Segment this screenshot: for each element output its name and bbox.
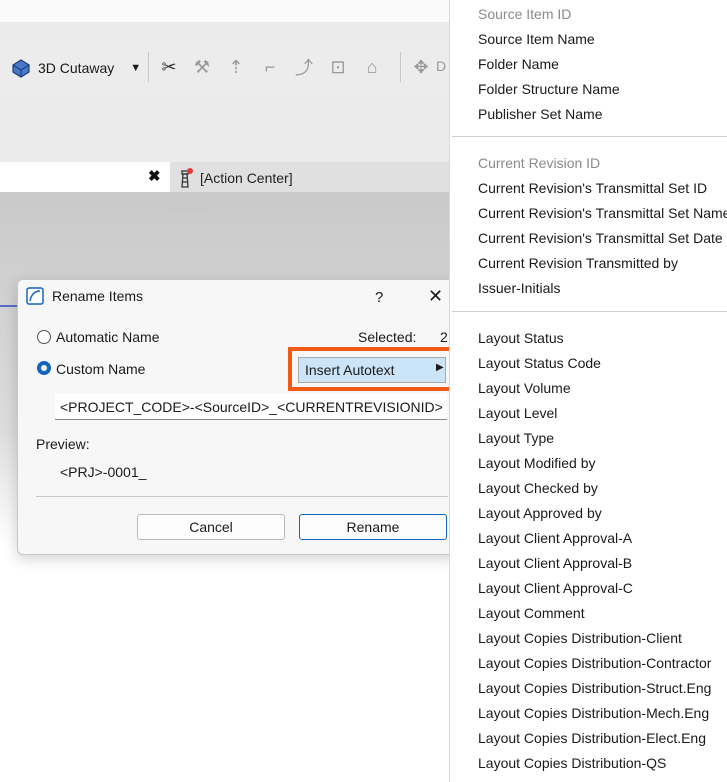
toolbar-separator [148, 52, 149, 82]
menu-item[interactable]: Issuer-Initials [478, 280, 560, 296]
rename-icon [26, 287, 44, 305]
menu-item[interactable]: Layout Copies Distribution-Elect.Eng [478, 730, 706, 746]
preview-label: Preview: [36, 436, 90, 452]
view-mode-dropdown[interactable]: 3D Cutaway ▼ [10, 55, 141, 81]
lighthouse-icon [181, 168, 193, 188]
view-mode-label: 3D Cutaway [38, 60, 115, 76]
custom-name-input[interactable]: <PROJECT_CODE>-<SourceID>_<CURRENTREVISI… [55, 394, 447, 420]
pan-icon[interactable]: ✥ [408, 54, 434, 80]
corner-icon[interactable]: ⌐ [257, 54, 283, 80]
menu-item[interactable]: Source Item Name [478, 31, 595, 47]
menu-item[interactable]: Folder Structure Name [478, 81, 620, 97]
custom-name-value: <PROJECT_CODE>-<SourceID>_<CURRENTREVISI… [60, 398, 443, 415]
preview-value: <PRJ>-0001_ [60, 464, 147, 480]
elevation-icon[interactable]: ⇡ [223, 54, 249, 80]
selected-label: Selected: [358, 329, 417, 345]
menu-item[interactable]: Layout Status Code [478, 355, 601, 371]
automatic-name-radio[interactable] [37, 330, 51, 344]
menu-item[interactable]: Layout Client Approval-C [478, 580, 633, 596]
chevron-down-icon: ▼ [130, 62, 142, 74]
tab-action-center-label: [Action Center] [200, 170, 293, 186]
close-icon[interactable]: ✖ [148, 167, 161, 185]
toolbar-separator [400, 52, 401, 82]
menu-item[interactable]: Layout Modified by [478, 455, 596, 471]
menu-item[interactable]: Layout Copies Distribution-QS [478, 755, 666, 771]
cancel-button[interactable]: Cancel [137, 514, 285, 540]
scissors-icon[interactable]: ✂ [156, 54, 182, 80]
menu-separator [452, 136, 727, 137]
menu-item[interactable]: Layout Status [478, 330, 564, 346]
menu-item[interactable]: Folder Name [478, 56, 559, 72]
menu-separator [452, 311, 727, 312]
tab-action-center[interactable]: [Action Center] [176, 166, 293, 190]
tab-active[interactable] [0, 162, 170, 192]
dialog-close-button[interactable]: ✕ [428, 286, 443, 307]
hammer-icon[interactable]: ⚒ [189, 54, 215, 80]
menu-item[interactable]: Layout Volume [478, 380, 571, 396]
menu-item[interactable]: Current Revision's Transmittal Set ID [478, 180, 707, 196]
menu-item: Current Revision ID [478, 155, 601, 171]
menu-item[interactable]: Current Revision's Transmittal Set Date [478, 230, 723, 246]
highlight-box [288, 347, 458, 391]
dialog-title: Rename Items [52, 288, 144, 304]
automatic-name-label: Automatic Name [56, 329, 160, 345]
custom-name-radio[interactable] [37, 361, 51, 375]
rename-label: Rename [346, 519, 400, 535]
top-strip [0, 0, 449, 22]
menu-item[interactable]: Layout Copies Distribution-Struct.Eng [478, 680, 711, 696]
menu-item[interactable]: Current Revision Transmitted by [478, 255, 678, 271]
menu-item[interactable]: Layout Client Approval-B [478, 555, 632, 571]
custom-name-label: Custom Name [56, 361, 146, 377]
menu-item: Source Item ID [478, 6, 572, 22]
menu-item[interactable]: Layout Comment [478, 605, 585, 621]
tab-handle[interactable] [166, 192, 206, 212]
menu-item[interactable]: Layout Copies Distribution-Mech.Eng [478, 705, 709, 721]
menu-item[interactable]: Layout Level [478, 405, 557, 421]
curve-icon[interactable]: ⤴ [291, 54, 317, 80]
menu-item[interactable]: Publisher Set Name [478, 106, 603, 122]
rename-button[interactable]: Rename [299, 514, 447, 540]
truncated-toolbar-label: D [436, 58, 447, 74]
selected-count: 2 [440, 329, 448, 345]
dialog-divider [36, 496, 448, 497]
menu-item[interactable]: Layout Copies Distribution-Client [478, 630, 682, 646]
menu-item[interactable]: Layout Copies Distribution-Contractor [478, 655, 711, 671]
help-button[interactable]: ? [375, 289, 383, 306]
cancel-label: Cancel [189, 519, 233, 535]
menu-item[interactable]: Current Revision's Transmittal Set Name [478, 205, 727, 221]
menu-item[interactable]: Layout Approved by [478, 505, 602, 521]
menu-item[interactable]: Layout Client Approval-A [478, 530, 632, 546]
menu-item[interactable]: Layout Checked by [478, 480, 598, 496]
cube-icon [12, 59, 30, 78]
fit-icon[interactable]: ⊡ [325, 54, 351, 80]
home-icon[interactable]: ⌂ [359, 54, 385, 80]
menu-item[interactable]: Layout Type [478, 430, 554, 446]
